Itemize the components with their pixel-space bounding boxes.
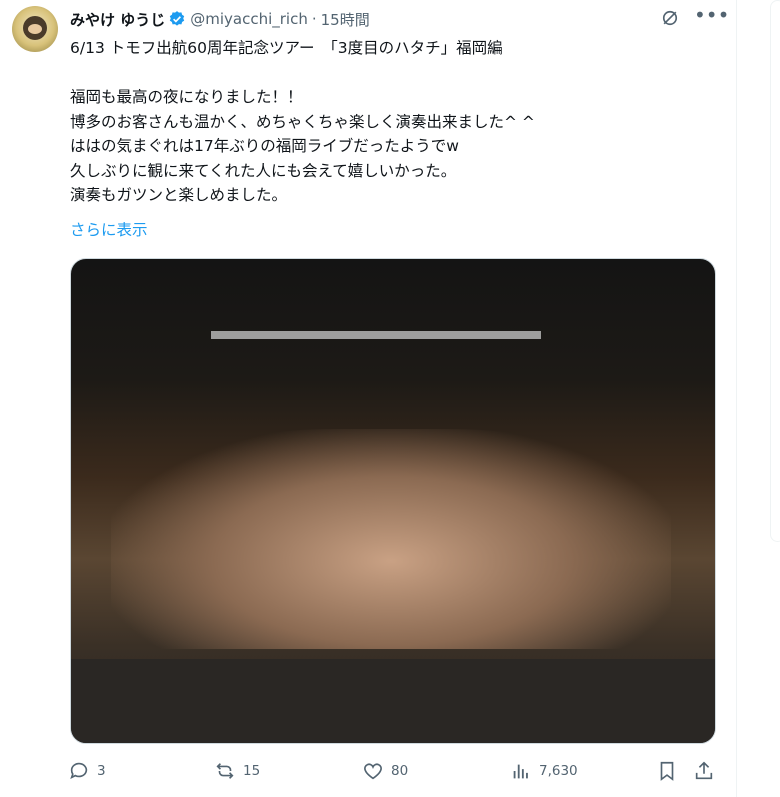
tweet-header: みやけ ゆうじ @miyacchi_rich · 15時間 <box>70 8 370 30</box>
repost-count: 15 <box>243 763 261 779</box>
more-icon[interactable]: ••• <box>694 5 729 28</box>
views-icon <box>513 764 528 779</box>
like-count: 80 <box>391 763 409 779</box>
author-handle[interactable]: @miyacchi_rich <box>190 10 308 28</box>
views-button[interactable]: 7,630 <box>510 758 578 784</box>
repost-button[interactable]: 15 <box>214 758 260 784</box>
tweet-text: 6/13 トモフ出航60周年記念ツアー 「3度目のハタチ」福岡編 福岡も最高の夜… <box>70 39 535 204</box>
grok-icon[interactable] <box>660 8 680 28</box>
column-divider <box>736 0 737 797</box>
show-more-link[interactable]: さらに表示 <box>70 218 148 240</box>
verified-badge-icon <box>170 11 185 26</box>
reply-count: 3 <box>97 763 106 779</box>
like-button[interactable]: 80 <box>362 758 408 784</box>
tweet-photo[interactable] <box>70 258 716 744</box>
stage-floor <box>71 659 715 743</box>
share-icon[interactable] <box>693 760 715 782</box>
reply-icon <box>70 762 88 780</box>
author-name[interactable]: みやけ ゆうじ <box>70 9 165 30</box>
timestamp[interactable]: 15時間 <box>321 9 370 30</box>
bookmark-icon[interactable] <box>656 760 678 782</box>
repost-icon <box>216 763 234 779</box>
right-sidebar-edge <box>770 0 780 542</box>
stage-truss <box>211 331 541 339</box>
avatar-face <box>23 16 47 40</box>
views-count: 7,630 <box>539 763 578 779</box>
photo-crowd <box>111 429 671 649</box>
reply-button[interactable]: 3 <box>68 758 106 784</box>
heart-icon <box>364 763 382 780</box>
separator-dot: · <box>311 10 317 28</box>
avatar[interactable] <box>12 6 58 52</box>
